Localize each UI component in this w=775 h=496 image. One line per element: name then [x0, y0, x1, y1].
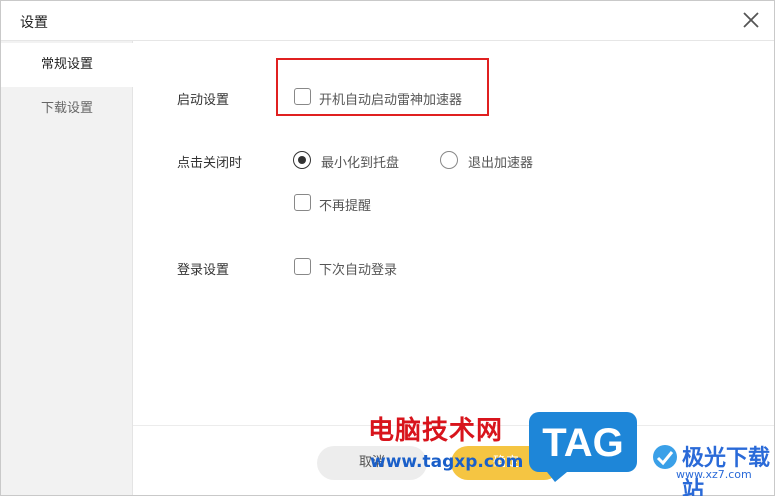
- login-label: 登录设置: [177, 263, 230, 278]
- sidebar-item-label: 常规设置: [40, 57, 93, 72]
- close-icon[interactable]: [740, 9, 762, 31]
- watermark-site-url: www.tagxp.com: [370, 452, 524, 472]
- auto-login-label[interactable]: 下次自动登录: [319, 259, 397, 278]
- sidebar-item-general[interactable]: 常规设置: [1, 43, 133, 87]
- watermark-right-url: www.xz7.com: [676, 468, 752, 481]
- exit-app-radio[interactable]: [440, 151, 458, 169]
- sidebar: 常规设置 下载设置: [1, 41, 133, 495]
- watermark-tag-logo: TAG: [527, 410, 639, 482]
- minimize-to-tray-label[interactable]: 最小化到托盘: [321, 152, 399, 171]
- title-bar: 设置: [1, 1, 774, 41]
- window-title: 设置: [20, 15, 48, 31]
- no-remind-label[interactable]: 不再提醒: [319, 195, 371, 214]
- watermark-site-cn: 电脑技术网: [368, 416, 504, 446]
- xz7-logo-icon: [652, 444, 678, 470]
- auto-login-checkbox[interactable]: [294, 258, 311, 275]
- startup-label: 启动设置: [177, 93, 230, 108]
- close-behavior-label: 点击关闭时: [177, 156, 243, 171]
- no-remind-checkbox[interactable]: [294, 194, 311, 211]
- minimize-to-tray-radio[interactable]: [293, 151, 311, 169]
- watermark-tag-text: TAG: [542, 421, 623, 465]
- highlight-box: [276, 58, 489, 116]
- exit-app-label[interactable]: 退出加速器: [468, 152, 533, 171]
- sidebar-item-label: 下载设置: [40, 101, 93, 116]
- sidebar-item-download[interactable]: 下载设置: [1, 87, 133, 131]
